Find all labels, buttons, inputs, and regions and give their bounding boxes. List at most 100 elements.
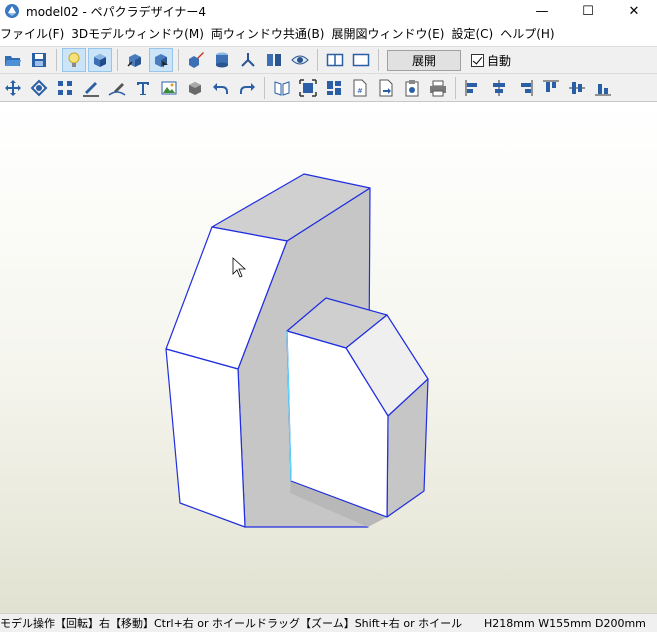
cube-arrow-icon xyxy=(127,54,141,67)
page-number-button[interactable]: # xyxy=(348,76,372,100)
image-tool-button[interactable] xyxy=(157,76,181,100)
rotate-tool-button[interactable] xyxy=(27,76,51,100)
menu-file[interactable]: ファイル(F) xyxy=(0,25,71,42)
toolbar-separator xyxy=(317,49,318,71)
cube-pen-icon xyxy=(189,52,204,68)
page-hash-icon: # xyxy=(353,79,367,96)
align-left-icon xyxy=(465,79,477,96)
toolbar-separator xyxy=(56,49,57,71)
move-arrows-icon xyxy=(5,79,21,96)
page-export-button[interactable] xyxy=(374,76,398,100)
toolbar-separator xyxy=(455,76,456,99)
shading-toggle-button[interactable] xyxy=(88,48,112,72)
open-file-button[interactable] xyxy=(1,48,25,72)
menu-settings[interactable]: 設定(C) xyxy=(451,25,500,42)
arrange-parts-button[interactable] xyxy=(322,76,346,100)
undo-button[interactable] xyxy=(209,76,233,100)
cube-select-icon xyxy=(155,54,168,68)
save-icon xyxy=(32,53,46,67)
cylinder-button[interactable] xyxy=(210,48,234,72)
minimize-button[interactable]: — xyxy=(519,0,565,22)
shaded-cube-icon xyxy=(94,54,106,67)
text-t-icon xyxy=(137,81,149,95)
fold-line-button[interactable] xyxy=(105,76,129,100)
short-block-model[interactable] xyxy=(286,297,429,527)
toolbar-separator xyxy=(117,49,118,71)
printer-icon xyxy=(430,80,446,96)
menu-3d-model-window[interactable]: 3Dモデルウィンドウ(M) xyxy=(71,25,211,42)
checkbox-checked-icon[interactable] xyxy=(471,53,484,67)
pencil-line-icon xyxy=(83,81,99,97)
dual-window-button[interactable] xyxy=(323,48,347,72)
pen-fold-icon xyxy=(108,82,126,96)
model-dimensions: H218mm W155mm D200mm xyxy=(484,616,646,630)
align-center-h-button[interactable] xyxy=(487,76,511,100)
view-cube-button[interactable] xyxy=(123,48,147,72)
preview-eye-button[interactable] xyxy=(288,48,312,72)
eye-icon xyxy=(291,55,309,65)
draw-line-button[interactable] xyxy=(79,76,103,100)
auto-checkbox[interactable]: 自動 xyxy=(471,52,511,69)
menu-both-windows[interactable]: 両ウィンドウ共通(B) xyxy=(211,25,332,42)
paste-button[interactable] xyxy=(400,76,424,100)
auto-label: 自動 xyxy=(487,53,512,68)
light-toggle-button[interactable] xyxy=(62,48,86,72)
status-help-text: モデル操作【回転】右【移動】Ctrl+右 or ホイールドラッグ【ズーム】Shi… xyxy=(0,617,463,630)
split-view-button[interactable] xyxy=(262,48,286,72)
edit-toolbar: # xyxy=(0,74,657,102)
main-toolbar: 展開 自動 xyxy=(0,46,657,74)
menu-help[interactable]: ヘルプ(H) xyxy=(500,25,561,42)
print-button[interactable] xyxy=(426,76,450,100)
unfold-button[interactable]: 展開 xyxy=(387,49,461,71)
align-top-button[interactable] xyxy=(539,76,563,100)
align-top-icon xyxy=(543,80,559,92)
axis-icon xyxy=(241,53,255,67)
rotate-diamond-icon xyxy=(30,79,48,96)
book-view-button[interactable] xyxy=(270,76,294,100)
window-title: model02 - ペパクラデザイナー4 xyxy=(26,4,206,19)
join-grid-icon xyxy=(58,80,72,95)
box-icon xyxy=(189,81,201,95)
svg-text:#: # xyxy=(357,87,363,95)
box-tool-button[interactable] xyxy=(183,76,207,100)
align-center-v-button[interactable] xyxy=(565,76,589,100)
align-bottom-icon xyxy=(595,83,611,95)
close-button[interactable]: ✕ xyxy=(611,0,657,22)
align-bottom-button[interactable] xyxy=(591,76,615,100)
folder-open-icon xyxy=(5,56,21,66)
join-edges-button[interactable] xyxy=(53,76,77,100)
save-file-button[interactable] xyxy=(27,48,51,72)
cylinder-icon xyxy=(216,52,228,68)
axis-button[interactable] xyxy=(236,48,260,72)
align-center-v-icon xyxy=(569,81,585,94)
toolbar-separator xyxy=(378,49,379,71)
align-center-h-icon xyxy=(493,79,505,96)
fit-view-button[interactable] xyxy=(296,76,320,100)
edit-face-button[interactable] xyxy=(184,48,208,72)
two-panes-icon xyxy=(326,53,344,67)
image-icon xyxy=(161,81,177,94)
3d-model-canvas[interactable] xyxy=(0,103,657,613)
redo-button[interactable] xyxy=(235,76,259,100)
maximize-button[interactable]: ☐ xyxy=(565,0,611,22)
align-left-button[interactable] xyxy=(461,76,485,100)
status-bar: モデル操作【回転】右【移動】Ctrl+右 or ホイールドラッグ【ズーム】Shi… xyxy=(0,613,657,632)
single-pane-icon xyxy=(352,53,370,67)
move-tool-button[interactable] xyxy=(1,76,25,100)
undo-icon xyxy=(213,82,228,94)
align-right-button[interactable] xyxy=(513,76,537,100)
single-window-button[interactable] xyxy=(349,48,373,72)
text-tool-button[interactable] xyxy=(131,76,155,100)
split-panels-icon xyxy=(267,54,281,66)
page-arrow-icon xyxy=(379,79,393,96)
book-icon xyxy=(274,80,290,96)
3d-model-viewport[interactable] xyxy=(0,103,657,613)
redo-icon xyxy=(240,82,255,94)
menu-unfold-window[interactable]: 展開図ウィンドウ(E) xyxy=(331,25,451,42)
arrange-grid-icon xyxy=(327,80,341,95)
menu-bar: ファイル(F) 3Dモデルウィンドウ(M) 両ウィンドウ共通(B) 展開図ウィン… xyxy=(0,23,657,44)
align-right-icon xyxy=(521,79,533,96)
view-cube-select-button[interactable] xyxy=(149,48,173,72)
clipboard-icon xyxy=(405,79,419,96)
title-bar: model02 - ペパクラデザイナー4 — ☐ ✕ xyxy=(0,0,657,22)
